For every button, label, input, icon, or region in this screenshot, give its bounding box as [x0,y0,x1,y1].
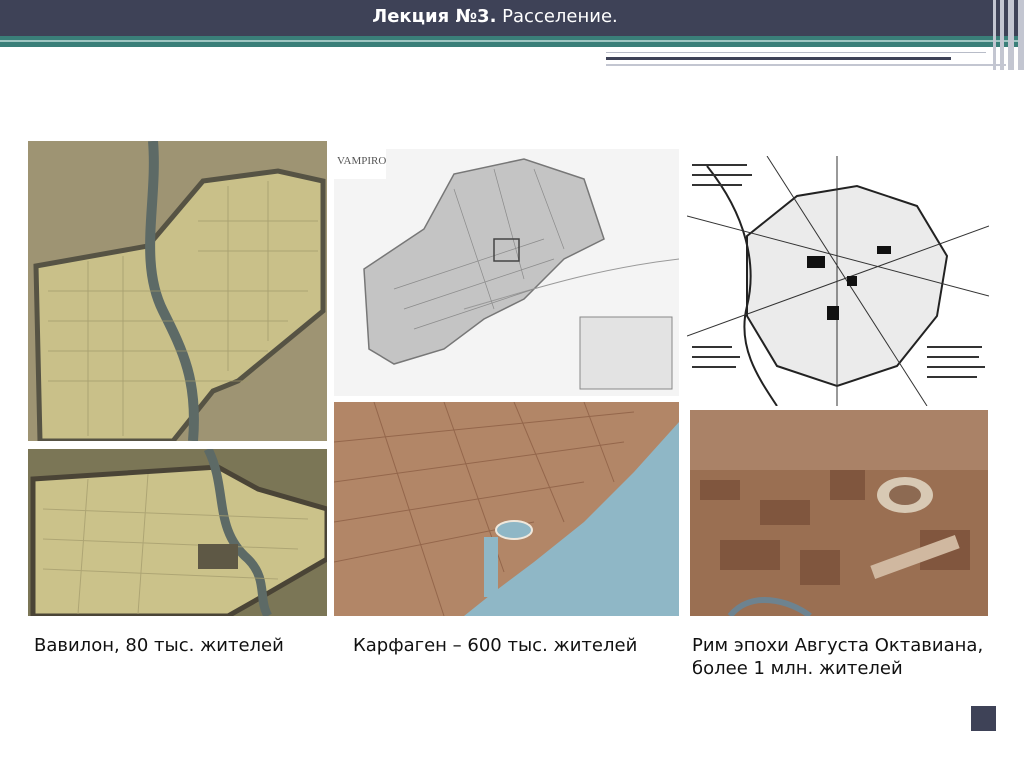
babylon-overhead-image [28,141,327,441]
slide-nav-square[interactable] [971,706,996,731]
caption-carthage: Карфаген – 600 тыс. жителей [353,635,638,656]
babylon-aerial-image [28,449,327,616]
title-bold: Лекция №3. [372,6,497,27]
carthage-aerial-image [334,402,679,616]
rome-plan-image [687,156,989,406]
caption-babylon: Вавилон, 80 тыс. жителей [34,635,284,656]
header-deco-line [606,64,1006,66]
header-band-stripe [0,40,1024,42]
header-deco-bar [993,0,996,70]
header-teal-band [0,36,1024,47]
vampiro-stamp: VAMPIRO [337,155,386,167]
carthage-plan-image: VAMPIRO [334,149,679,396]
slide-title: Лекция №3. Расселение. [0,0,990,36]
header-deco-bar [1000,0,1004,70]
rome-model-image [690,410,988,616]
header-deco-line [606,52,986,53]
header-deco-bar [1008,0,1014,70]
caption-rome-line2: более 1 млн. жителей [692,658,903,679]
caption-rome-line1: Рим эпохи Августа Октавиана, [692,635,984,656]
title-rest: Расселение. [502,6,618,27]
header-deco-line [606,57,951,60]
header-deco-bar [1018,0,1024,70]
